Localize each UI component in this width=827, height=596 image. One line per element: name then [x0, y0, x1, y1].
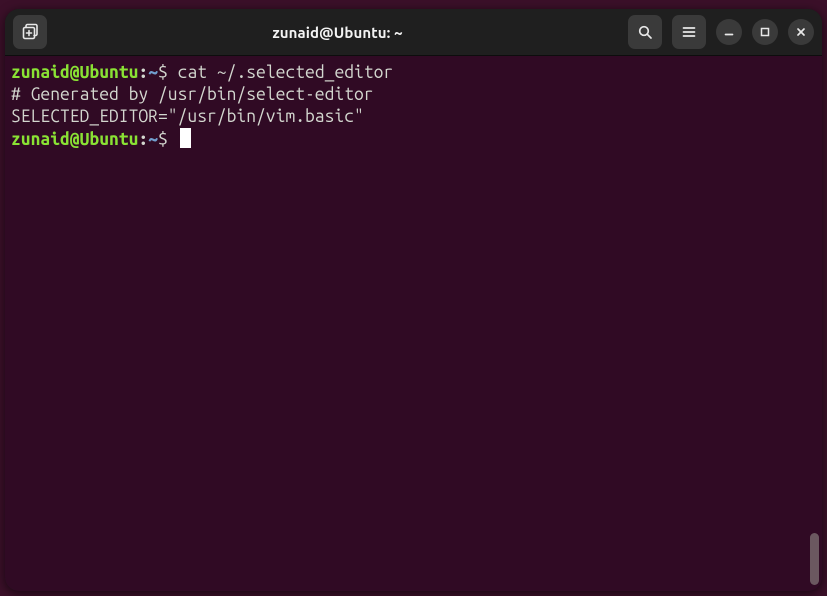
prompt-path: ~	[148, 130, 158, 149]
maximize-icon	[759, 26, 771, 38]
prompt-colon: :	[138, 63, 148, 82]
cursor	[180, 128, 191, 148]
maximize-button[interactable]	[752, 19, 778, 45]
titlebar: zunaid@Ubuntu: ~	[5, 9, 822, 56]
hamburger-icon	[681, 24, 697, 40]
terminal-window: zunaid@Ubuntu: ~	[5, 9, 822, 591]
menu-button[interactable]	[672, 15, 706, 49]
close-icon	[795, 26, 807, 38]
terminal-output-line: SELECTED_EDITOR="/usr/bin/vim.basic"	[11, 106, 816, 128]
prompt-user-host: zunaid@Ubuntu	[11, 63, 138, 82]
terminal-line: zunaid@Ubuntu:~$	[11, 128, 816, 151]
new-tab-button[interactable]	[13, 15, 47, 49]
new-tab-icon	[21, 23, 39, 41]
prompt-user-host: zunaid@Ubuntu	[11, 130, 138, 149]
prompt-path: ~	[148, 63, 158, 82]
prompt-dollar: $	[158, 63, 178, 82]
search-button[interactable]	[628, 15, 662, 49]
minimize-button[interactable]	[716, 19, 742, 45]
close-button[interactable]	[788, 19, 814, 45]
terminal-body[interactable]: zunaid@Ubuntu:~$ cat ~/.selected_editor …	[5, 56, 822, 591]
output-text: # Generated by /usr/bin/select-editor	[11, 85, 374, 104]
command-text: cat ~/.selected_editor	[178, 63, 394, 82]
titlebar-right-group	[628, 15, 814, 49]
window-title: zunaid@Ubuntu: ~	[55, 24, 620, 41]
search-icon	[637, 24, 653, 40]
titlebar-left-group	[13, 15, 47, 49]
scrollbar-thumb[interactable]	[810, 533, 819, 585]
prompt-dollar: $	[158, 130, 178, 149]
terminal-line: zunaid@Ubuntu:~$ cat ~/.selected_editor	[11, 62, 816, 84]
minimize-icon	[723, 26, 735, 38]
terminal-output-line: # Generated by /usr/bin/select-editor	[11, 84, 816, 106]
prompt-colon: :	[138, 130, 148, 149]
output-text: SELECTED_EDITOR="/usr/bin/vim.basic"	[11, 107, 364, 126]
